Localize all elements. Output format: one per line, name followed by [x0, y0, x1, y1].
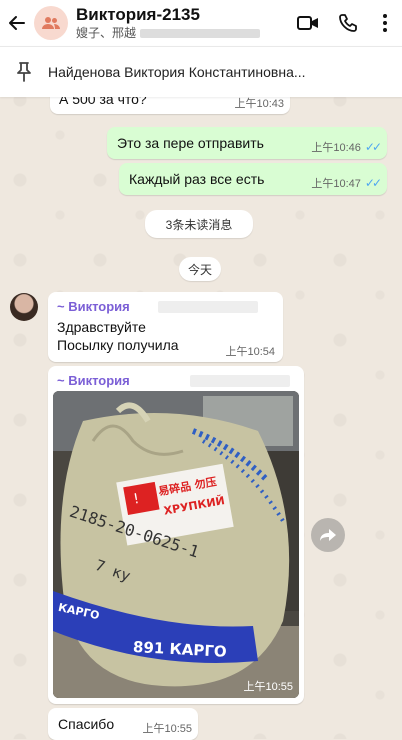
back-button[interactable]	[0, 0, 34, 46]
group-avatar[interactable]	[34, 6, 68, 40]
message-time: 上午10:54	[225, 346, 275, 358]
video-call-button[interactable]	[288, 0, 328, 46]
blurred-phone	[157, 300, 258, 313]
video-camera-icon	[297, 16, 318, 30]
pin-icon	[0, 62, 48, 82]
arrow-left-icon	[9, 16, 25, 30]
read-ticks-icon: ✓✓	[364, 140, 382, 154]
message-incoming[interactable]: ~ Виктория Здравствуйте Посылку получила…	[48, 292, 283, 362]
chat-title: Виктория-2135	[76, 5, 200, 24]
message-text: Это за пере отправить	[117, 135, 264, 151]
message-time: 上午10:46	[311, 142, 361, 154]
message-time: 上午10:43	[234, 98, 284, 110]
phone-icon	[339, 14, 357, 32]
more-vertical-icon	[383, 14, 387, 32]
unread-count-text: 3条未读消息	[165, 217, 233, 232]
forward-button[interactable]	[311, 518, 345, 552]
message-time: 上午10:47	[311, 178, 361, 190]
sender-row: ~ Виктория	[57, 372, 290, 390]
chat-header: Виктория-2135 嫂子、邢越	[0, 0, 402, 46]
date-text: 今天	[187, 262, 212, 277]
message-outgoing[interactable]: Это за пере отправить 上午10:46 ✓✓	[107, 127, 387, 159]
message-text-line: Посылку получила	[57, 337, 179, 353]
group-icon	[42, 17, 60, 29]
message-text-line: Здравствуйте	[57, 319, 146, 335]
chat-members: 嫂子、邢越	[76, 25, 288, 41]
photo-image[interactable]: ! 易碎品 勿压 ХРУПКИЙ 2185-20-0625-1 7 ку КАР…	[53, 391, 299, 698]
chat-title-area[interactable]: Виктория-2135 嫂子、邢越	[76, 5, 288, 41]
message-meta: 上午10:46 ✓✓	[311, 139, 382, 155]
message-meta: 上午10:47 ✓✓	[311, 175, 382, 191]
sender-name[interactable]: ~ Виктория	[57, 373, 130, 388]
pinned-message-bar[interactable]: Найденова Виктория Константиновна...	[0, 46, 402, 97]
message-time: 上午10:55	[142, 723, 192, 735]
blurred-members	[140, 29, 261, 39]
package-photo: ! 易碎品 勿压 ХРУПКИЙ 2185-20-0625-1 7 ку КАР…	[53, 391, 299, 698]
sender-row: ~ Виктория	[57, 298, 258, 316]
chat-members-text: 嫂子、邢越	[76, 26, 137, 40]
blurred-phone	[189, 374, 290, 387]
photo-time: 上午10:55	[243, 681, 293, 693]
read-ticks-icon: ✓✓	[364, 176, 382, 190]
message-incoming[interactable]: Спасибо 上午10:55	[48, 708, 198, 740]
more-options-button[interactable]	[368, 0, 402, 46]
forward-arrow-icon	[320, 529, 336, 541]
message-outgoing[interactable]: Каждый раз все есть 上午10:47 ✓✓	[119, 163, 387, 195]
sender-name[interactable]: ~ Виктория	[57, 299, 130, 314]
sender-avatar[interactable]	[10, 293, 38, 321]
date-divider: 今天	[179, 257, 221, 281]
pinned-message-text: Найденова Виктория Константиновна...	[48, 64, 306, 80]
message-text: Каждый раз все есть	[129, 171, 265, 187]
voice-call-button[interactable]	[328, 0, 368, 46]
message-text: Спасибо	[58, 716, 115, 732]
unread-messages-divider: 3条未读消息	[145, 210, 253, 238]
